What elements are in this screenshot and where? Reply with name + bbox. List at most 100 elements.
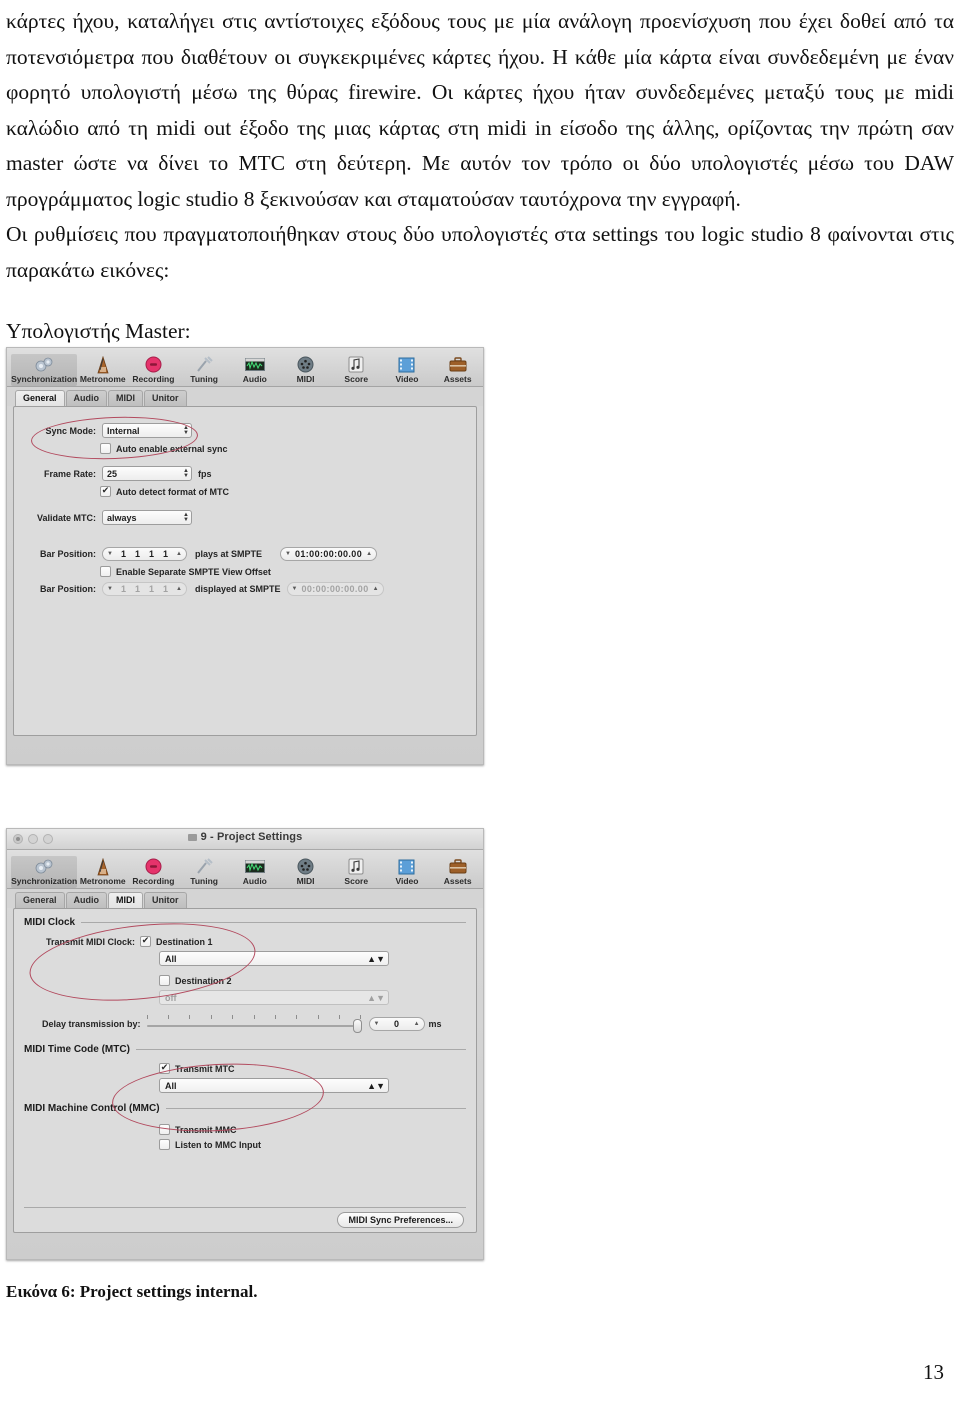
- validate-mtc-popup[interactable]: always ▲ ▼: [102, 510, 192, 525]
- settings-toolbar-1[interactable]: Synchronization Metronome Recording Tuni…: [7, 348, 483, 387]
- plays-at-smpte-label: plays at SMPTE: [194, 549, 262, 559]
- displayed-at-smpte-label: displayed at SMPTE: [194, 584, 281, 594]
- tab-unitor[interactable]: Unitor: [144, 892, 187, 908]
- transmit-mtc-checkbox[interactable]: ✔: [159, 1063, 170, 1074]
- toolbar-item-recording[interactable]: Recording: [128, 354, 179, 386]
- toolbar-item-metronome[interactable]: Metronome: [77, 856, 128, 888]
- midi-settings-pane: MIDI Clock Transmit MIDI Clock: ✔ Destin…: [13, 908, 477, 1233]
- waveform-icon: [229, 355, 280, 374]
- toolbar-label-midi: MIDI: [296, 374, 315, 384]
- page-number: 13: [923, 1360, 944, 1384]
- toolbar-label-midi: MIDI: [296, 876, 315, 886]
- heading-master-computer: Υπολογιστής Master:: [6, 319, 191, 343]
- tab-strip-2[interactable]: General Audio MIDI Unitor: [7, 889, 483, 908]
- tab-midi[interactable]: MIDI: [108, 390, 144, 406]
- toolbar-label-synchronization: Synchronization: [11, 374, 78, 384]
- stepper-up-icon[interactable]: ▲: [414, 1021, 420, 1027]
- row-transmit-mmc: ✔ Transmit MMC: [159, 1124, 466, 1135]
- plays-at-smpte-field[interactable]: ▼ 01:00:00:00.00 ▲: [280, 547, 378, 561]
- destination1-value: All: [165, 953, 177, 964]
- destination1-checkbox[interactable]: ✔: [140, 936, 152, 947]
- destination1-label: Destination 1: [156, 936, 213, 947]
- stepper-down-icon[interactable]: ▼: [374, 1021, 380, 1027]
- sync-mode-popup[interactable]: Internal ▲ ▼: [102, 423, 192, 438]
- toolbar-label-video: Video: [395, 876, 419, 886]
- toolbar-label-metronome: Metronome: [79, 374, 126, 384]
- tab-general[interactable]: General: [15, 390, 65, 406]
- slider-ticks: [146, 1015, 362, 1019]
- screenshot-project-settings-general: Synchronization Metronome Recording Tuni…: [6, 347, 484, 765]
- stepper-up-icon[interactable]: ▲: [366, 551, 372, 557]
- note-page-icon: [331, 355, 382, 374]
- toolbar-item-assets[interactable]: Assets: [432, 354, 483, 386]
- tab-strip-1[interactable]: General Audio MIDI Unitor: [7, 387, 483, 406]
- chevron-updown-icon: ▲▼: [183, 467, 189, 479]
- frame-rate-unit: fps: [198, 468, 212, 479]
- auto-detect-mtc-checkbox[interactable]: ✔: [100, 486, 111, 497]
- tab-audio[interactable]: Audio: [65, 892, 108, 908]
- enable-separate-offset-checkbox[interactable]: ✔: [100, 566, 111, 577]
- row-frame-rate: Frame Rate: 25 ▲ ▼ fps: [26, 466, 476, 481]
- transmit-mmc-checkbox[interactable]: ✔: [159, 1124, 170, 1135]
- window-title-text: 9 - Project Settings: [200, 831, 303, 843]
- toolbar-item-synchronization[interactable]: Synchronization: [11, 354, 78, 386]
- settings-toolbar-2[interactable]: Synchronization Metronome Recording Tuni…: [7, 850, 483, 889]
- midi-sync-preferences-button[interactable]: MIDI Sync Preferences...: [337, 1212, 464, 1228]
- mtc-destination-popup[interactable]: All ▲▼: [159, 1078, 389, 1093]
- chevron-updown-icon: ▲▼: [183, 424, 189, 436]
- toolbar-item-tuning[interactable]: Tuning: [179, 354, 230, 386]
- slider-knob[interactable]: [352, 1019, 362, 1033]
- section-title-mtc: MIDI Time Code (MTC): [24, 1044, 130, 1055]
- record-icon: [128, 355, 179, 374]
- displayed-at-smpte-field: ▼ 00:00:00:00.00 ▲: [286, 582, 384, 596]
- stepper-down-icon[interactable]: ▼: [107, 551, 113, 557]
- metronome-icon: [77, 355, 128, 374]
- delay-unit: ms: [428, 1019, 442, 1029]
- toolbar-item-audio[interactable]: Audio: [229, 354, 280, 386]
- toolbar-item-midi[interactable]: MIDI: [280, 856, 331, 888]
- tab-unitor[interactable]: Unitor: [144, 390, 187, 406]
- delay-value-stepper[interactable]: ▼ 0 ▲: [368, 1017, 425, 1031]
- stepper-down-icon[interactable]: ▼: [285, 551, 291, 557]
- tab-audio[interactable]: Audio: [65, 390, 108, 406]
- delay-transmission-label: Delay transmission by:: [42, 1019, 141, 1029]
- toolbar-item-video[interactable]: Video: [382, 354, 433, 386]
- toolbar-item-recording[interactable]: Recording: [128, 856, 179, 888]
- toolbar-label-tuning: Tuning: [190, 374, 218, 384]
- delay-transmission-slider[interactable]: [146, 1015, 362, 1033]
- toolbar-item-midi[interactable]: MIDI: [280, 354, 331, 386]
- transmit-mtc-label: Transmit MTC: [175, 1063, 235, 1074]
- waveform-icon: [229, 857, 280, 876]
- document-body: κάρτες ήχου, καταλήγει στις αντίστοιχες …: [6, 4, 954, 350]
- bar-pos-disp-v1: 1: [120, 584, 126, 594]
- note-page-icon: [331, 857, 382, 876]
- enable-separate-offset-label: Enable Separate SMPTE View Offset: [116, 566, 271, 577]
- toolbar-item-score[interactable]: Score: [331, 856, 382, 888]
- chevron-updown-icon: ▲▼: [183, 511, 189, 523]
- toolbar-label-audio: Audio: [242, 374, 267, 384]
- toolbar-item-tuning[interactable]: Tuning: [179, 856, 230, 888]
- bar-position-plays-stepper[interactable]: ▼ 1 1 1 1 ▲: [102, 547, 187, 561]
- toolbar-item-assets[interactable]: Assets: [432, 856, 483, 888]
- toolbar-label-score: Score: [344, 374, 369, 384]
- toolbar-item-score[interactable]: Score: [331, 354, 382, 386]
- auto-enable-external-sync-checkbox[interactable]: ✔: [100, 443, 111, 454]
- window-title: 9 - Project Settings: [7, 831, 483, 843]
- tab-general[interactable]: General: [15, 892, 65, 908]
- listen-mmc-checkbox[interactable]: ✔: [159, 1139, 170, 1150]
- row-delay-transmission: Delay transmission by: ▼ 0 ▲ ms: [42, 1015, 466, 1033]
- destination1-popup[interactable]: All ▲▼: [159, 951, 389, 966]
- toolbar-item-audio[interactable]: Audio: [229, 856, 280, 888]
- general-settings-pane: Sync Mode: Internal ▲▼ ✔ Auto enable ext…: [13, 406, 477, 736]
- toolbar-item-video[interactable]: Video: [382, 856, 433, 888]
- toolbar-item-synchronization[interactable]: Synchronization: [11, 856, 78, 888]
- tab-midi[interactable]: MIDI: [108, 892, 144, 908]
- frame-rate-popup[interactable]: 25 ▲ ▼: [102, 466, 192, 481]
- toolbar-item-metronome[interactable]: Metronome: [77, 354, 128, 386]
- mtc-destination-value: All: [165, 1080, 177, 1091]
- metronome-icon: [77, 857, 128, 876]
- toolbar-label-tuning: Tuning: [190, 876, 218, 886]
- stepper-up-icon[interactable]: ▲: [176, 551, 182, 557]
- transmit-midi-clock-label: Transmit MIDI Clock:: [46, 936, 136, 947]
- destination2-checkbox[interactable]: ✔: [159, 975, 170, 986]
